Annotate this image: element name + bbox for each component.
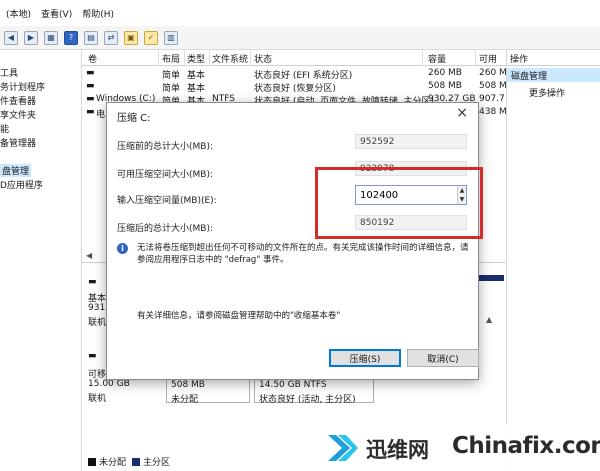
shrink-button[interactable]: 压缩(S) xyxy=(329,349,401,367)
partition-bar xyxy=(478,275,504,281)
total-after-label: 压缩后的总计大小(MB): xyxy=(117,224,213,234)
total-before-value: 952592 xyxy=(355,134,467,149)
drive-icon: ▬ xyxy=(86,68,95,78)
watermark: 迅维网 Chinafix.com xyxy=(322,425,600,471)
disk1-state: 联机 xyxy=(88,394,107,404)
view-icon[interactable]: ▥ xyxy=(164,30,178,45)
scroll-left-icon[interactable]: ◀ xyxy=(86,251,92,260)
drive-icon: ▬ xyxy=(86,107,95,117)
help-message: 有关详细信息，请参阅磁盘管理帮助中的"收缩基本卷" xyxy=(137,311,341,321)
action-more[interactable]: 更多操作 xyxy=(529,86,565,99)
actions-pane: 操作 磁盘管理 更多操作 xyxy=(506,50,600,471)
back-icon[interactable]: ◀ xyxy=(4,30,18,45)
drive-icon: ▬ xyxy=(86,81,95,91)
watermark-logo-icon xyxy=(328,435,358,461)
dialog-title: 压缩 C: xyxy=(117,113,151,124)
col-filesystem[interactable]: 文件系统 xyxy=(212,52,248,65)
nav-item-device-manager[interactable]: 备管理器 xyxy=(0,136,36,149)
nav-item-performance[interactable]: 能 xyxy=(0,122,9,135)
nav-item-tools[interactable]: 工具 xyxy=(0,66,18,79)
info-icon: i xyxy=(117,243,128,254)
available-label: 可用压缩空间大小(MB): xyxy=(117,170,213,180)
menu-bar: (本地) 查看(V) 帮助(H) xyxy=(0,0,600,26)
table-row[interactable]: ▬ 简单 基本 状态良好 (EFI 系统分区) 260 MB 260 M xyxy=(82,67,507,81)
action-disk-management[interactable]: 磁盘管理 xyxy=(507,68,600,82)
nav-item-shared-folders[interactable]: 享文件夹 xyxy=(0,108,36,121)
nav-item-services-apps[interactable]: D应用程序 xyxy=(0,178,43,191)
col-free[interactable]: 可用 xyxy=(479,52,497,65)
cancel-button[interactable]: 取消(C) xyxy=(407,349,479,367)
col-layout[interactable]: 布局 xyxy=(162,52,180,65)
disk0-state: 联机 xyxy=(88,318,107,328)
watermark-cn: 迅维网 xyxy=(366,438,429,462)
actions-header: 操作 xyxy=(507,50,600,66)
disk1-size: 15.00 GB xyxy=(88,379,130,389)
close-icon[interactable]: × xyxy=(456,105,468,121)
table-row[interactable]: ▬ 简单 基本 状态良好 (恢复分区) 508 MB 508 M xyxy=(82,80,507,94)
properties-icon[interactable]: ▤ xyxy=(84,30,98,45)
unallocated-swatch xyxy=(88,457,96,466)
legend-unallocated: 未分配 xyxy=(99,458,127,468)
cell-capacity: 260 MB xyxy=(428,68,462,78)
disk0-icon: ▬ xyxy=(88,277,97,287)
partition-state: 未分配 xyxy=(171,395,199,405)
cell-free: 260 M xyxy=(479,68,507,78)
highlight-box xyxy=(315,167,483,239)
menu-item-file[interactable]: (本地) xyxy=(6,7,31,20)
col-volume[interactable]: 卷 xyxy=(88,52,97,65)
cell-free: 508 M xyxy=(479,81,507,91)
forward-icon[interactable]: ▶ xyxy=(24,30,38,45)
col-type[interactable]: 类型 xyxy=(187,52,205,65)
cell-free: 907.7 xyxy=(479,94,505,104)
shrink-amount-label: 输入压缩空间量(MB)(E): xyxy=(117,196,217,206)
cell-capacity: 508 MB xyxy=(428,81,462,91)
connect-icon[interactable]: ⇄ xyxy=(104,30,118,45)
nav-item-event-viewer[interactable]: 件查看器 xyxy=(0,94,36,107)
folder-icon[interactable]: ▣ xyxy=(124,30,138,45)
total-before-label: 压缩前的总计大小(MB): xyxy=(117,142,213,152)
col-capacity[interactable]: 容量 xyxy=(428,52,446,65)
partition-state: 状态良好 (活动, 主分区) xyxy=(259,395,356,405)
cell-free: 438 M xyxy=(479,107,507,117)
info-message: 无法将卷压缩到超出任何不可移动的文件所在的点。有关完成该操作时间的详细信息，请参… xyxy=(137,243,469,265)
primary-swatch xyxy=(132,457,141,466)
disk1-icon: ▬ xyxy=(88,351,97,361)
partition-size: 508 MB xyxy=(171,380,205,390)
help-icon[interactable]: ? xyxy=(64,30,78,45)
volume-list-header: 卷 布局 类型 文件系统 状态 容量 可用 xyxy=(82,50,506,66)
drive-icon: ▬ xyxy=(86,94,95,104)
check-icon[interactable]: ✓ xyxy=(144,30,158,45)
legend-primary: 主分区 xyxy=(143,458,171,468)
shrink-dialog: 压缩 C: × 压缩前的总计大小(MB): 952592 可用压缩空间大小(MB… xyxy=(106,102,483,380)
watermark-en: Chinafix.com xyxy=(452,433,600,459)
navigation-pane: 工具 务计划程序 件查看器 享文件夹 能 备管理器 盘管理 D应用程序 xyxy=(0,50,82,471)
menu-item-view[interactable]: 查看(V) xyxy=(41,7,72,20)
col-status[interactable]: 状态 xyxy=(254,52,272,65)
partition-size: 14.50 GB NTFS xyxy=(259,380,327,390)
scroll-up-icon[interactable]: ▲ xyxy=(486,315,492,324)
cell-volume: 电 xyxy=(96,110,106,120)
console-icon[interactable]: ▦ xyxy=(44,30,58,45)
nav-item-task-scheduler[interactable]: 务计划程序 xyxy=(0,80,45,93)
nav-item-disk-management[interactable]: 盘管理 xyxy=(0,164,32,177)
menu-item-help[interactable]: 帮助(H) xyxy=(82,7,114,20)
toolbar: ◀ ▶ ▦ ? ▤ ⇄ ▣ ✓ ▥ xyxy=(0,26,600,50)
